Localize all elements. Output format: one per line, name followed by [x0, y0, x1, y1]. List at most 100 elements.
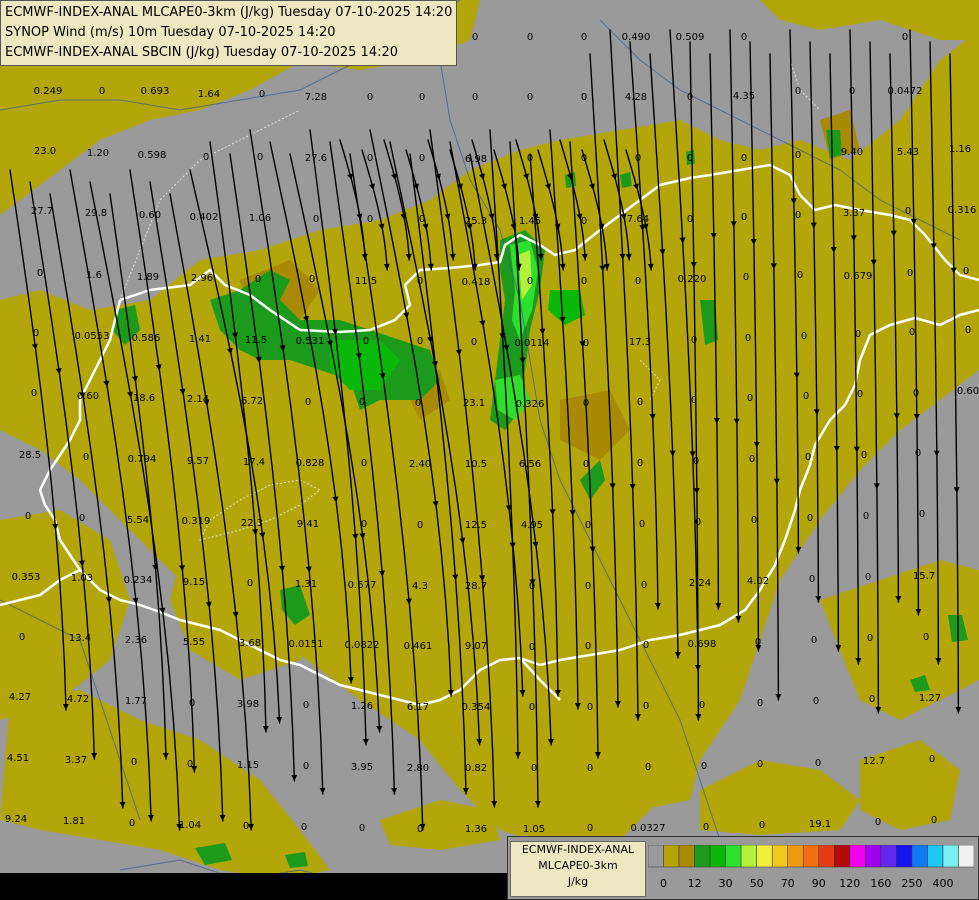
cin-value-label: 0.316: [948, 205, 977, 216]
cin-value-label: 2.14: [187, 394, 209, 405]
cin-value-label: 0: [37, 268, 43, 279]
cin-value-label: 22.3: [241, 518, 263, 529]
legend-swatch: [911, 845, 928, 868]
cin-value-label: 23.1: [463, 398, 485, 409]
cin-value-label: 27.7: [31, 206, 53, 217]
cin-value-label: 7.28: [305, 92, 327, 103]
cin-value-label: 0: [583, 338, 589, 349]
cin-value-label: 0: [749, 454, 755, 465]
cin-value-label: 0: [313, 214, 319, 225]
cin-value-label: 2.96: [191, 273, 213, 284]
cin-value-label: 0: [527, 153, 533, 164]
cin-value-label: 0: [309, 274, 315, 285]
cin-value-label: 0: [301, 822, 307, 833]
cin-value-label: 0: [131, 757, 137, 768]
cin-value-label: 0: [861, 450, 867, 461]
cin-value-label: 0.461: [404, 641, 433, 652]
cin-value-label: 0: [581, 32, 587, 43]
cin-value-label: 0: [635, 153, 641, 164]
cin-value-label: 0: [807, 513, 813, 524]
cin-value-label: 0: [25, 511, 31, 522]
cin-value-label: 0: [909, 327, 915, 338]
cin-value-label: 11.5: [355, 276, 377, 287]
cin-value-label: 0: [963, 266, 969, 277]
cin-value-label: 1.26: [351, 701, 373, 712]
cin-value-label: 0: [259, 89, 265, 100]
cin-value-label: 0: [303, 761, 309, 772]
cin-value-label: 0: [915, 448, 921, 459]
legend-swatch: [740, 845, 757, 868]
cin-value-label: 0: [587, 763, 593, 774]
cin-value-label: 1.81: [63, 816, 85, 827]
cin-value-label: 0.60: [957, 386, 979, 397]
cin-value-label: 0: [583, 398, 589, 409]
cin-value-label: 0: [643, 640, 649, 651]
cin-value-label: 0: [757, 759, 763, 770]
cin-value-label: 0: [83, 452, 89, 463]
cin-value-label: 0: [419, 153, 425, 164]
map-edge-band: [0, 873, 507, 900]
cin-value-label: 0: [801, 331, 807, 342]
cin-value-label: 0: [19, 632, 25, 643]
legend-unit: J/kg: [567, 875, 589, 888]
cin-value-label: 0.326: [516, 399, 545, 410]
cin-value-label: 10.5: [465, 459, 487, 470]
cin-value-label: 19.1: [809, 819, 831, 830]
cin-value-label: 0.586: [132, 333, 161, 344]
cin-value-label: 0.509: [676, 32, 705, 43]
cin-value-label: 0: [417, 520, 423, 531]
cin-value-label: 0: [849, 86, 855, 97]
cin-value-label: 0: [587, 702, 593, 713]
cin-value-label: 0: [913, 388, 919, 399]
legend-swatch: [694, 845, 711, 868]
cin-value-label: 0: [693, 456, 699, 467]
legend-swatch: [663, 845, 680, 868]
cin-value-label: 0: [587, 823, 593, 834]
cin-value-label: 0: [417, 336, 423, 347]
cin-value-label: 0: [803, 391, 809, 402]
title-sbcin: ECMWF-INDEX-ANAL SBCIN (J/kg) Tuesday 07…: [5, 45, 399, 60]
cape-map: 0 0 0 0 0 0 0 0 0 0 0.490 0.509 0 0 0.249 0 0.693 1.64 0 7.…: [0, 0, 979, 900]
cin-value-label: 6.56: [519, 459, 541, 470]
cin-value-label: 0.402: [190, 212, 219, 223]
cin-value-label: 28.7: [465, 581, 487, 592]
cin-value-label: 0: [581, 276, 587, 287]
cin-value-label: 0.60: [139, 210, 161, 221]
cin-value-label: 6.72: [241, 396, 263, 407]
cin-value-label: 0: [635, 276, 641, 287]
cin-value-label: 9.07: [465, 641, 487, 652]
cin-value-label: 0: [695, 517, 701, 528]
cin-value-label: 4.51: [7, 753, 29, 764]
cin-value-label: 0: [367, 92, 373, 103]
cin-value-label: 1.89: [137, 272, 159, 283]
cin-value-label: 0: [31, 388, 37, 399]
legend-tick: 250: [901, 877, 923, 890]
legend-swatch: [709, 845, 726, 868]
cin-value-label: 0: [472, 92, 478, 103]
cin-value-label: 0: [529, 702, 535, 713]
cin-value-label: 4.95: [521, 520, 543, 531]
cin-value-label: 2.24: [689, 578, 711, 589]
cin-value-label: 0: [797, 270, 803, 281]
cin-value-label: 0.531: [296, 336, 325, 347]
cin-value-label: 6.98: [465, 154, 487, 165]
cin-value-label: 1.03: [71, 573, 93, 584]
cin-value-label: 0: [691, 395, 697, 406]
cin-value-label: 1.64: [198, 89, 220, 100]
cin-value-label: 2.36: [125, 635, 147, 646]
legend-swatch: [648, 845, 664, 868]
legend-swatch: [896, 845, 913, 868]
title-synop-wind: SYNOP Wind (m/s) 10m Tuesday 07-10-2025 …: [5, 25, 336, 40]
cin-value-label: 0: [902, 32, 908, 43]
legend-tick-labels: 0 12 30 50 70 90 120 160 250 400: [648, 877, 974, 893]
cin-value-label: 0: [795, 86, 801, 97]
cin-value-label: 0: [419, 214, 425, 225]
cin-value-label: 0: [905, 206, 911, 217]
cin-value-label: 0: [637, 397, 643, 408]
cin-value-label: 0: [531, 763, 537, 774]
cin-value-label: 3.95: [351, 762, 373, 773]
cin-value-label: 3.37: [65, 755, 87, 766]
cin-value-label: 1.05: [523, 824, 545, 835]
legend-tick: 160: [870, 877, 892, 890]
cin-value-label: 1.77: [125, 696, 147, 707]
